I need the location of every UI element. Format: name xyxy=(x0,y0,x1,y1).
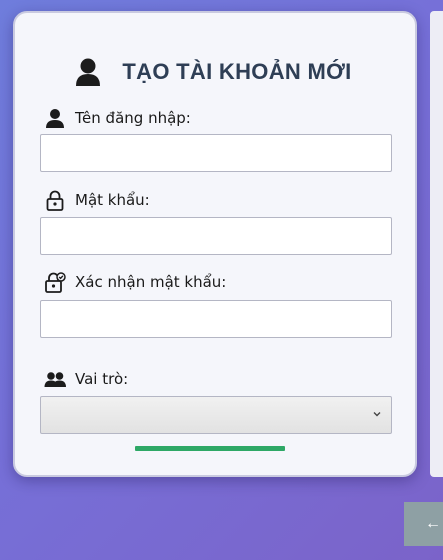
progress-indicator xyxy=(135,446,285,451)
chevron-down-icon xyxy=(373,412,381,417)
confirm-password-label-row: Xác nhận mật khẩu: xyxy=(44,271,226,293)
username-label: Tên đăng nhập: xyxy=(75,109,191,127)
password-input[interactable] xyxy=(40,217,392,255)
username-input[interactable] xyxy=(40,134,392,172)
register-card: TẠO TÀI KHOẢN MỚI Tên đăng nhập: Mật khẩ… xyxy=(13,11,417,477)
lock-icon xyxy=(46,190,64,211)
back-button[interactable]: ← xyxy=(404,502,443,546)
confirm-password-label: Xác nhận mật khẩu: xyxy=(75,273,227,291)
user-icon xyxy=(46,109,64,128)
users-icon xyxy=(44,372,66,387)
user-icon xyxy=(76,58,101,86)
page-title: TẠO TÀI KHOẢN MỚI xyxy=(122,59,352,84)
role-label-row: Vai trò: xyxy=(44,368,128,390)
form-header: TẠO TÀI KHOẢN MỚI xyxy=(15,57,415,87)
role-label: Vai trò: xyxy=(75,370,129,388)
lock-check-icon xyxy=(45,272,66,293)
role-select[interactable] xyxy=(40,396,392,434)
side-panel-edge xyxy=(430,11,443,477)
password-label: Mật khẩu: xyxy=(75,191,150,209)
username-label-row: Tên đăng nhập: xyxy=(44,107,191,129)
confirm-password-input[interactable] xyxy=(40,300,392,338)
password-label-row: Mật khẩu: xyxy=(44,189,150,211)
